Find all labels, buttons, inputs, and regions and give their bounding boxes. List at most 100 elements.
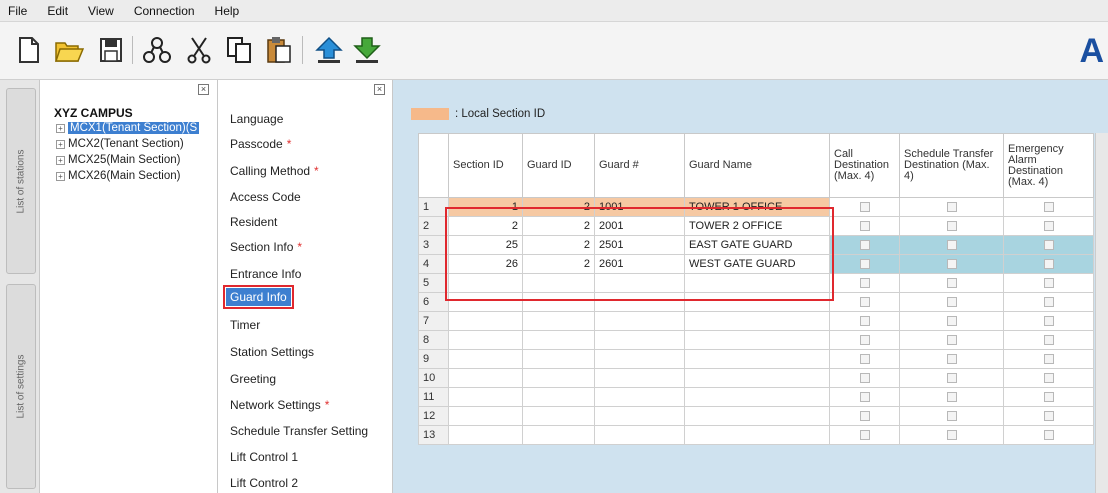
guard-number-cell[interactable] (594, 349, 685, 369)
guard-name-cell[interactable] (684, 330, 830, 350)
schedule-transfer-checkbox[interactable] (946, 297, 957, 308)
section-id-cell[interactable]: 2 (448, 216, 523, 236)
tree-root[interactable]: XYZ CAMPUS (54, 106, 133, 120)
schedule-transfer-checkbox[interactable] (946, 354, 957, 365)
upload-icon[interactable] (312, 33, 346, 67)
section-id-cell[interactable] (448, 311, 523, 331)
guard-id-cell[interactable] (522, 387, 595, 407)
section-id-cell[interactable] (448, 349, 523, 369)
guard-id-cell[interactable] (522, 273, 595, 293)
emergency-alarm-checkbox[interactable] (1043, 430, 1054, 441)
guard-number-cell[interactable]: 1001 (594, 197, 685, 217)
table-row[interactable]: 6 (418, 292, 1094, 312)
guard-number-cell[interactable] (594, 273, 685, 293)
tab-list-of-stations[interactable]: List of stations (6, 88, 36, 274)
section-id-cell[interactable] (448, 273, 523, 293)
table-row[interactable]: 2 2 2 2001 TOWER 2 OFFICE (418, 216, 1094, 236)
setting-station-settings[interactable]: Station Settings (230, 345, 318, 359)
call-destination-checkbox[interactable] (859, 335, 870, 346)
section-id-cell[interactable] (448, 292, 523, 312)
guard-name-cell[interactable]: EAST GATE GUARD (684, 235, 830, 255)
save-icon[interactable] (94, 33, 128, 67)
guard-name-cell[interactable] (684, 311, 830, 331)
expand-icon[interactable]: + (56, 139, 65, 149)
tree-item-mcx2[interactable]: + MCX2(Tenant Section) (56, 138, 184, 150)
column-header-section-id[interactable]: Section ID (448, 133, 523, 198)
section-id-cell[interactable]: 1 (448, 197, 523, 217)
table-row[interactable]: 10 (418, 368, 1094, 388)
guard-name-cell[interactable] (684, 387, 830, 407)
guard-id-cell[interactable] (522, 349, 595, 369)
guard-number-cell[interactable]: 2601 (594, 254, 685, 274)
guard-id-cell[interactable] (522, 292, 595, 312)
paste-icon[interactable] (262, 33, 296, 67)
setting-timer[interactable]: Timer (230, 318, 264, 332)
schedule-transfer-checkbox[interactable] (946, 278, 957, 289)
call-destination-checkbox[interactable] (859, 221, 870, 232)
table-row[interactable]: 11 (418, 387, 1094, 407)
emergency-alarm-checkbox[interactable] (1043, 202, 1054, 213)
call-destination-checkbox[interactable] (859, 297, 870, 308)
guard-name-cell[interactable]: TOWER 2 OFFICE (684, 216, 830, 236)
guard-id-cell[interactable]: 2 (522, 254, 595, 274)
emergency-alarm-checkbox[interactable] (1043, 240, 1054, 251)
guard-id-cell[interactable] (522, 330, 595, 350)
setting-resident[interactable]: Resident (230, 215, 281, 229)
guard-name-cell[interactable]: TOWER 1 OFFICE (684, 197, 830, 217)
guard-number-cell[interactable]: 2501 (594, 235, 685, 255)
emergency-alarm-checkbox[interactable] (1043, 259, 1054, 270)
emergency-alarm-checkbox[interactable] (1043, 354, 1054, 365)
schedule-transfer-checkbox[interactable] (946, 373, 957, 384)
emergency-alarm-checkbox[interactable] (1043, 373, 1054, 384)
expand-icon[interactable]: + (56, 123, 65, 133)
open-folder-icon[interactable] (52, 33, 86, 67)
guard-name-cell[interactable] (684, 406, 830, 426)
call-destination-checkbox[interactable] (859, 354, 870, 365)
emergency-alarm-checkbox[interactable] (1043, 221, 1054, 232)
expand-icon[interactable]: + (56, 171, 65, 181)
setting-network-settings[interactable]: Network Settings * (230, 398, 329, 412)
setting-guard-info[interactable]: Guard Info (223, 285, 294, 309)
setting-schedule-transfer[interactable]: Schedule Transfer Setting (230, 424, 372, 438)
guard-name-cell[interactable] (684, 368, 830, 388)
guard-id-cell[interactable] (522, 425, 595, 445)
emergency-alarm-checkbox[interactable] (1043, 411, 1054, 422)
schedule-transfer-checkbox[interactable] (946, 316, 957, 327)
menu-view[interactable]: View (88, 4, 114, 18)
expand-icon[interactable]: + (56, 155, 65, 165)
call-destination-checkbox[interactable] (859, 316, 870, 327)
section-id-cell[interactable] (448, 368, 523, 388)
download-icon[interactable] (350, 33, 384, 67)
table-row[interactable]: 3 25 2 2501 EAST GATE GUARD (418, 235, 1094, 255)
call-destination-checkbox[interactable] (859, 278, 870, 289)
guard-id-cell[interactable] (522, 311, 595, 331)
table-row[interactable]: 4 26 2 2601 WEST GATE GUARD (418, 254, 1094, 274)
tab-list-of-settings[interactable]: List of settings (6, 284, 36, 489)
guard-name-cell[interactable] (684, 273, 830, 293)
table-row[interactable]: 8 (418, 330, 1094, 350)
column-header-guard-number[interactable]: Guard # (594, 133, 685, 198)
menu-help[interactable]: Help (215, 4, 240, 18)
setting-entrance-info[interactable]: Entrance Info (230, 267, 305, 281)
schedule-transfer-checkbox[interactable] (946, 335, 957, 346)
guard-name-cell[interactable] (684, 292, 830, 312)
call-destination-checkbox[interactable] (859, 392, 870, 403)
tree-item-mcx1[interactable]: + MCX1(Tenant Section)(S (56, 122, 200, 134)
tree-item-mcx25[interactable]: + MCX25(Main Section) (56, 154, 180, 166)
menu-edit[interactable]: Edit (47, 4, 68, 18)
section-id-cell[interactable] (448, 425, 523, 445)
vertical-scrollbar[interactable] (1095, 133, 1108, 493)
guard-number-cell[interactable] (594, 425, 685, 445)
guard-number-cell[interactable] (594, 311, 685, 331)
guard-id-cell[interactable]: 2 (522, 197, 595, 217)
cut-icon[interactable] (182, 33, 216, 67)
menu-connection[interactable]: Connection (134, 4, 195, 18)
emergency-alarm-checkbox[interactable] (1043, 392, 1054, 403)
column-header-emergency-alarm[interactable]: Emergency Alarm Destination (Max. 4) (1003, 133, 1094, 198)
call-destination-checkbox[interactable] (859, 259, 870, 270)
column-header-guard-id[interactable]: Guard ID (522, 133, 595, 198)
table-row[interactable]: 13 (418, 425, 1094, 445)
section-id-cell[interactable] (448, 406, 523, 426)
call-destination-checkbox[interactable] (859, 202, 870, 213)
guard-id-cell[interactable]: 2 (522, 235, 595, 255)
